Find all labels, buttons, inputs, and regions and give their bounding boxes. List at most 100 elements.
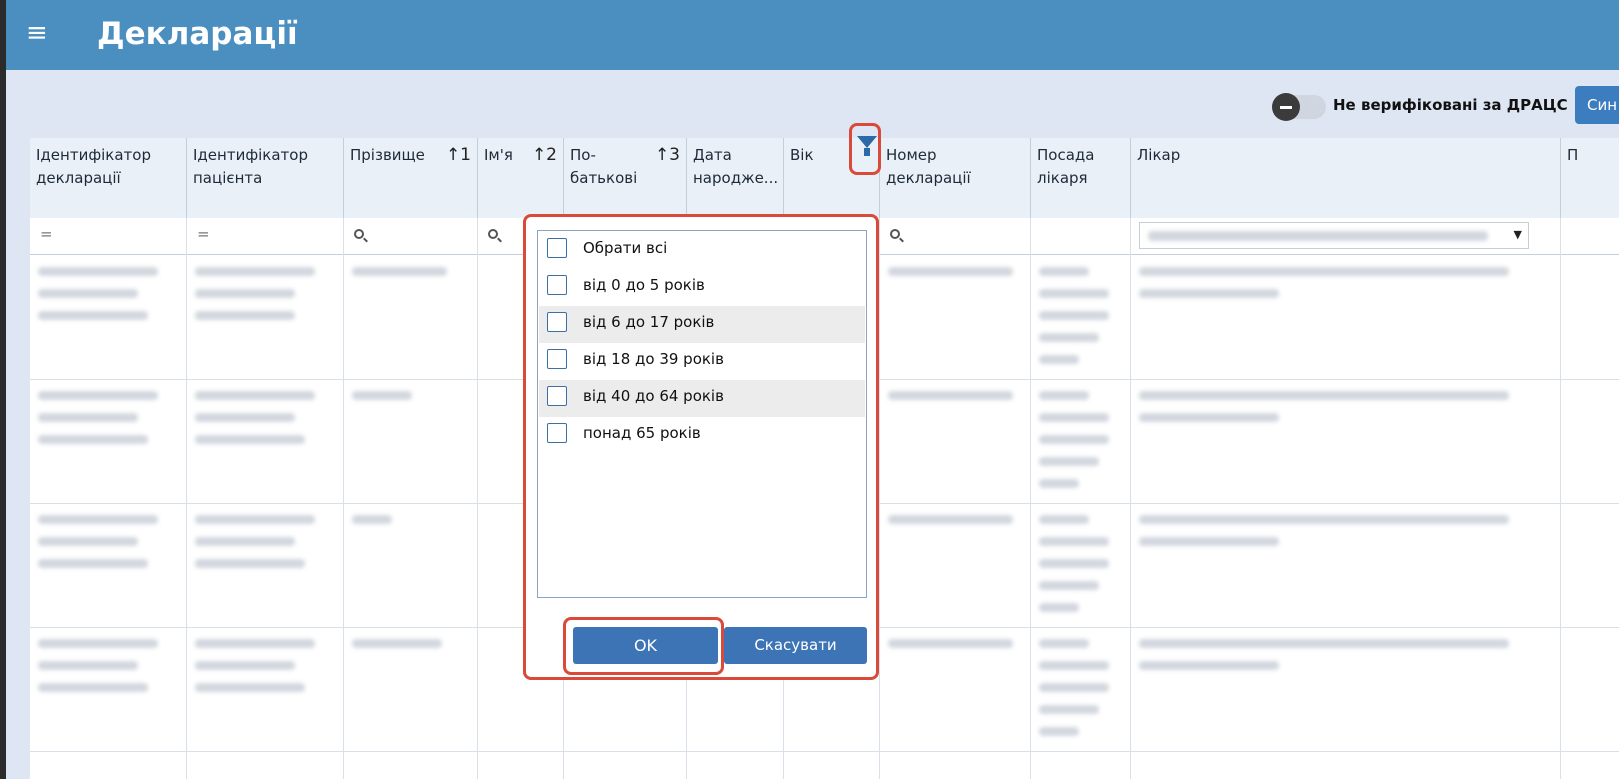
column-header-name[interactable]: Ім'я ↑2 (478, 138, 564, 218)
blurred-text (1139, 391, 1509, 400)
ok-button[interactable]: OK (573, 627, 718, 664)
age-filter-popup: Обрати всі від 0 до 5 років від 6 до 17 … (523, 214, 879, 680)
blurred-text (1039, 639, 1089, 648)
option-label: від 40 до 64 років (583, 387, 724, 405)
column-label: Ідентифікатор пацієнта (193, 146, 308, 187)
blurred-text (352, 515, 392, 524)
filter-declaration-number[interactable] (880, 218, 1031, 254)
blurred-text (38, 267, 158, 276)
column-header-patient-id[interactable]: Ідентифікатор пацієнта (187, 138, 344, 218)
blurred-text (1039, 355, 1079, 364)
blurred-text (38, 515, 158, 524)
age-option-select-all[interactable]: Обрати всі (539, 232, 865, 269)
blurred-text (195, 435, 305, 444)
blurred-text (38, 559, 148, 568)
column-header-patronymic[interactable]: По-батькові ↑3 (564, 138, 687, 218)
blurred-text (195, 559, 305, 568)
blurred-text (38, 413, 138, 422)
toggle-label: Не верифіковані за ДРАЦС (1333, 96, 1568, 114)
blurred-text (352, 639, 442, 648)
column-header-doctor-position[interactable]: Посада лікаря (1031, 138, 1131, 218)
age-filter-options-list: Обрати всі від 0 до 5 років від 6 до 17 … (537, 230, 867, 598)
blurred-text (195, 413, 295, 422)
column-divider (186, 218, 187, 779)
column-label: П (1567, 146, 1579, 164)
checkbox[interactable] (547, 386, 567, 406)
blurred-text (38, 289, 138, 298)
column-label: Дата народже... (693, 146, 779, 187)
option-label: від 18 до 39 років (583, 350, 724, 368)
column-header-extra[interactable]: П (1561, 138, 1619, 218)
filter-funnel-icon (857, 136, 877, 156)
search-icon (488, 229, 498, 239)
equals-operator-icon: = (197, 225, 210, 243)
blurred-text (38, 435, 148, 444)
blurred-text (1039, 333, 1099, 342)
blurred-text (1139, 515, 1509, 524)
blurred-text (1039, 603, 1079, 612)
blurred-text (352, 391, 412, 400)
blurred-text (888, 391, 1013, 400)
column-divider (343, 218, 344, 779)
age-filter-button[interactable] (849, 123, 881, 175)
doctor-select[interactable]: ▼ (1139, 222, 1529, 249)
blurred-text (1039, 727, 1079, 736)
sort-asc-icon: ↑3 (654, 145, 680, 165)
blurred-text (38, 639, 158, 648)
blurred-text (1039, 559, 1109, 568)
age-option-0-5[interactable]: від 0 до 5 років (539, 269, 865, 306)
blurred-text (195, 311, 295, 320)
column-header-declaration-id[interactable]: Ідентифікатор декларації (30, 138, 187, 218)
blurred-text (888, 515, 1013, 524)
column-header-birth-date[interactable]: Дата народже... (687, 138, 784, 218)
filter-declaration-id[interactable]: = (30, 218, 187, 254)
blurred-text (1039, 311, 1109, 320)
toggle-knob-icon (1272, 93, 1300, 121)
drac-verification-toggle[interactable] (1272, 93, 1326, 121)
search-icon (354, 229, 364, 239)
cancel-button[interactable]: Скасувати (724, 627, 867, 664)
filter-patient-id[interactable]: = (187, 218, 344, 254)
option-label: від 6 до 17 років (583, 313, 715, 331)
column-divider (879, 218, 880, 779)
blurred-text (195, 661, 295, 670)
checkbox[interactable] (547, 423, 567, 443)
sort-asc-icon: ↑1 (445, 145, 471, 165)
column-divider (1130, 218, 1131, 779)
blurred-text (1039, 705, 1099, 714)
blurred-text (1039, 391, 1089, 400)
checkbox[interactable] (547, 312, 567, 332)
column-header-declaration-number[interactable]: Номер декларації (880, 138, 1031, 218)
age-option-6-17[interactable]: від 6 до 17 років (539, 306, 865, 343)
sync-button[interactable]: Син (1575, 86, 1619, 124)
blurred-text (1139, 267, 1509, 276)
checkbox[interactable] (547, 275, 567, 295)
column-header-surname[interactable]: Прізвище ↑1 (344, 138, 478, 218)
blurred-text (38, 683, 148, 692)
option-label: від 0 до 5 років (583, 276, 705, 294)
blurred-text (195, 267, 315, 276)
blurred-text (38, 391, 158, 400)
age-option-65-plus[interactable]: понад 65 років (539, 417, 865, 454)
column-label: Ідентифікатор декларації (36, 146, 151, 187)
blurred-text (38, 537, 138, 546)
age-option-18-39[interactable]: від 18 до 39 років (539, 343, 865, 380)
checkbox[interactable] (547, 238, 567, 258)
blurred-text (195, 537, 295, 546)
blurred-text (1139, 661, 1279, 670)
column-label: Посада лікаря (1037, 146, 1095, 187)
filter-doctor-position[interactable] (1031, 218, 1131, 254)
equals-operator-icon: = (40, 225, 53, 243)
column-header-doctor[interactable]: Лікар (1131, 138, 1561, 218)
filter-surname[interactable] (344, 218, 478, 254)
page-title: Декларації (97, 16, 298, 52)
age-option-40-64[interactable]: від 40 до 64 років (539, 380, 865, 417)
grid-header-row: Ідентифікатор декларації Ідентифікатор п… (30, 138, 1619, 219)
checkbox[interactable] (547, 349, 567, 369)
menu-icon[interactable]: ≡ (26, 16, 48, 50)
blurred-text (1039, 289, 1109, 298)
blurred-text (1039, 457, 1099, 466)
column-label: Лікар (1137, 146, 1181, 164)
sort-asc-icon: ↑2 (531, 145, 557, 165)
blurred-text (1039, 661, 1109, 670)
